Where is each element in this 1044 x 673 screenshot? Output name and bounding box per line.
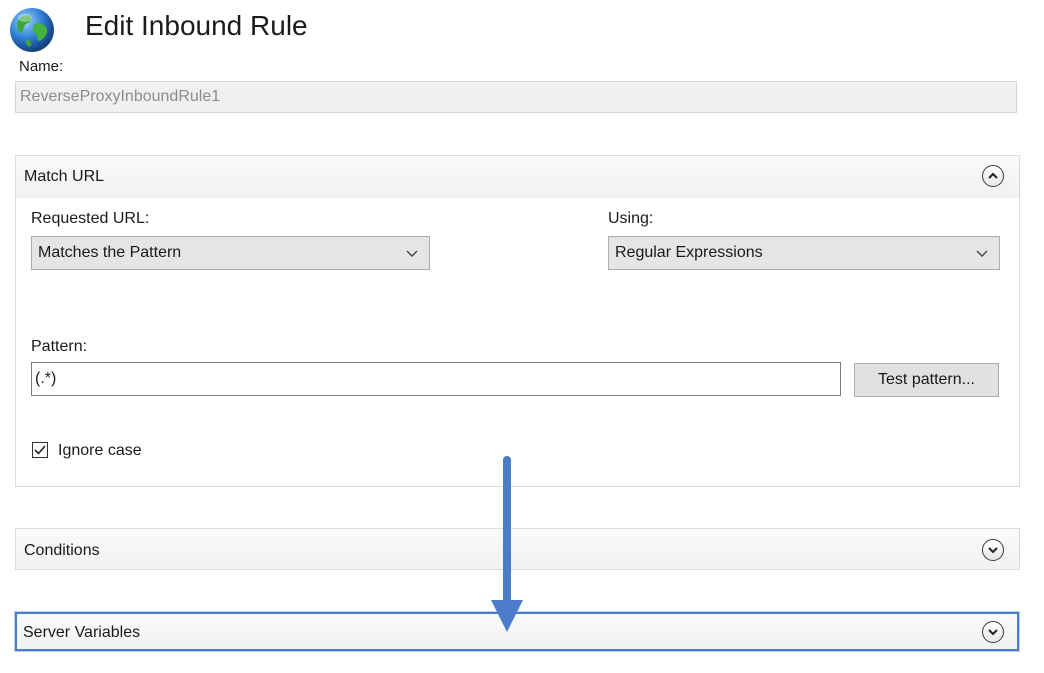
collapse-button[interactable] (982, 165, 1004, 187)
expand-server-variables-button[interactable] (982, 621, 1004, 643)
conditions-title: Conditions (24, 542, 100, 559)
using-value: Regular Expressions (615, 244, 763, 261)
server-variables-title: Server Variables (23, 624, 141, 641)
match-url-panel: Match URL Requested URL: Matches the Pat… (15, 155, 1020, 487)
checkmark-icon (34, 445, 46, 455)
chevron-down-icon (976, 250, 988, 257)
ignore-case-label[interactable]: Ignore case (58, 441, 142, 461)
match-url-title: Match URL (24, 168, 105, 185)
test-pattern-button[interactable]: Test pattern... (854, 363, 999, 397)
name-field[interactable]: ReverseProxyInboundRule1 (15, 81, 1017, 113)
using-label: Using: (608, 210, 654, 227)
requested-url-label: Requested URL: (31, 210, 150, 227)
requested-url-select[interactable]: Matches the Pattern (31, 236, 430, 270)
pattern-label: Pattern: (31, 338, 88, 355)
chevron-down-icon (988, 547, 998, 554)
chevron-up-icon (988, 172, 998, 179)
pattern-input[interactable]: (.*) (31, 362, 841, 396)
globe-icon (8, 6, 56, 54)
using-select[interactable]: Regular Expressions (608, 236, 1000, 270)
requested-url-value: Matches the Pattern (38, 244, 182, 261)
chevron-down-icon (988, 629, 998, 636)
name-label: Name: (19, 58, 64, 75)
ignore-case-checkbox[interactable] (32, 442, 48, 458)
expand-conditions-button[interactable] (982, 539, 1004, 561)
annotation-arrow-icon (491, 456, 523, 632)
page-title: Edit Inbound Rule (85, 10, 308, 41)
match-url-header[interactable]: Match URL (16, 156, 1019, 198)
chevron-down-icon (406, 250, 418, 257)
